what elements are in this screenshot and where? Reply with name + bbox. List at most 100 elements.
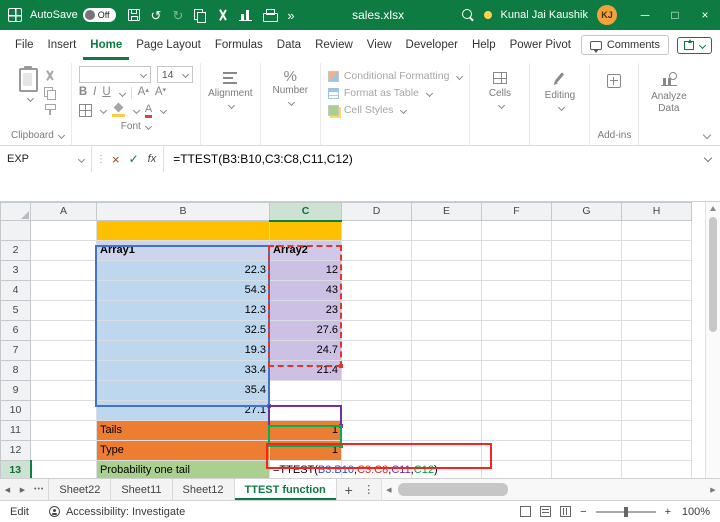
- cell-F4[interactable]: [482, 281, 552, 301]
- zoom-in-button[interactable]: +: [665, 506, 671, 518]
- cell-H9[interactable]: [622, 381, 692, 401]
- printer-icon[interactable]: [263, 9, 276, 21]
- cell-G2[interactable]: [552, 241, 622, 261]
- minimize-button[interactable]: ─: [630, 0, 660, 30]
- zoom-slider[interactable]: [596, 511, 656, 513]
- row-header-7[interactable]: 7: [1, 341, 31, 361]
- cell-C8[interactable]: 21.4: [270, 361, 342, 381]
- dialog-launcher-icon[interactable]: [58, 131, 65, 138]
- italic-button[interactable]: I: [93, 87, 96, 99]
- cell-G6[interactable]: [552, 321, 622, 341]
- font-name-combo[interactable]: [79, 66, 151, 83]
- cell-C2[interactable]: Array2: [270, 241, 342, 261]
- autosave-toggle[interactable]: AutoSave Off: [30, 8, 116, 22]
- cell-D8[interactable]: [342, 361, 412, 381]
- cell-A1[interactable]: [31, 221, 97, 241]
- cell-C10[interactable]: [270, 401, 342, 421]
- tab-view[interactable]: View: [360, 30, 399, 60]
- cell-G9[interactable]: [552, 381, 622, 401]
- cell-G4[interactable]: [552, 281, 622, 301]
- formula-input[interactable]: =TTEST(B3:B10,C3:C8,C11,C12): [164, 152, 362, 166]
- user-name[interactable]: Kunal Jai Kaushik: [501, 9, 588, 21]
- normal-view-button[interactable]: [520, 506, 531, 517]
- cell-C12[interactable]: 1: [270, 441, 342, 461]
- copy-icon[interactable]: [194, 9, 205, 21]
- row-header-8[interactable]: 8: [1, 361, 31, 381]
- tab-home[interactable]: Home: [83, 30, 129, 60]
- increase-font-button[interactable]: A▴: [138, 87, 149, 99]
- tab-help[interactable]: Help: [465, 30, 503, 60]
- undo-icon[interactable]: ↺: [151, 9, 162, 22]
- cell-B2[interactable]: Array1: [97, 241, 270, 261]
- cell-H2[interactable]: [622, 241, 692, 261]
- cell-B9[interactable]: 35.4: [97, 381, 270, 401]
- cell-F11[interactable]: [482, 421, 552, 441]
- chevron-down-icon[interactable]: [160, 107, 167, 114]
- cell-B10[interactable]: 27.1: [97, 401, 270, 421]
- cell-E7[interactable]: [412, 341, 482, 361]
- cell-D10[interactable]: [342, 401, 412, 421]
- cell-B12[interactable]: Type: [97, 441, 270, 461]
- cell-C3[interactable]: 12: [270, 261, 342, 281]
- cell-C13[interactable]: =TTEST(B3:B10,C3:C8,C11,C12): [270, 461, 342, 479]
- cell-E5[interactable]: [412, 301, 482, 321]
- cell-F6[interactable]: [482, 321, 552, 341]
- chart-icon[interactable]: [239, 9, 252, 21]
- conditional-formatting-button[interactable]: Conditional Formatting: [328, 70, 463, 82]
- bold-button[interactable]: B: [79, 87, 87, 99]
- cell-H12[interactable]: [622, 441, 692, 461]
- cell-C6[interactable]: 27.6: [270, 321, 342, 341]
- ribbon-group-alignment[interactable]: Alignment: [200, 63, 260, 145]
- cell-B7[interactable]: 19.3: [97, 341, 270, 361]
- cell-A11[interactable]: [31, 421, 97, 441]
- format-as-table-button[interactable]: Format as Table: [328, 87, 463, 99]
- comments-button[interactable]: Comments: [581, 35, 669, 55]
- cancel-button[interactable]: ×: [112, 153, 120, 166]
- cell-C9[interactable]: [270, 381, 342, 401]
- add-sheet-button[interactable]: +: [337, 479, 361, 500]
- zoom-slider-thumb[interactable]: [624, 507, 628, 517]
- tab-data[interactable]: Data: [270, 30, 308, 60]
- fill-color-button[interactable]: [112, 104, 125, 117]
- cell-F3[interactable]: [482, 261, 552, 281]
- redo-icon[interactable]: ↻: [172, 9, 183, 22]
- ribbon-group-cells[interactable]: Cells: [469, 63, 529, 145]
- cell-D3[interactable]: [342, 261, 412, 281]
- scroll-up-icon[interactable]: [710, 206, 716, 211]
- cell-C1[interactable]: [270, 221, 342, 241]
- paste-button[interactable]: [19, 65, 38, 101]
- cell-D7[interactable]: [342, 341, 412, 361]
- avatar[interactable]: KJ: [597, 5, 617, 25]
- maximize-button[interactable]: □: [660, 0, 690, 30]
- cell-A2[interactable]: [31, 241, 97, 261]
- underline-button[interactable]: U: [102, 87, 110, 99]
- ribbon-group-number[interactable]: % Number: [260, 63, 320, 145]
- row-header-2[interactable]: 2: [1, 241, 31, 261]
- cell-E11[interactable]: [412, 421, 482, 441]
- cell-H13[interactable]: [622, 461, 692, 479]
- cell-D6[interactable]: [342, 321, 412, 341]
- accessibility-status[interactable]: Accessibility: Investigate: [49, 506, 185, 518]
- row-header-3[interactable]: 3: [1, 261, 31, 281]
- cell-E2[interactable]: [412, 241, 482, 261]
- page-layout-view-button[interactable]: [540, 506, 551, 517]
- cell-G13[interactable]: [552, 461, 622, 479]
- font-color-button[interactable]: A: [145, 103, 152, 118]
- cell-A8[interactable]: [31, 361, 97, 381]
- cell-D11[interactable]: [342, 421, 412, 441]
- cell-B3[interactable]: 22.3: [97, 261, 270, 281]
- row-header-6[interactable]: 6: [1, 321, 31, 341]
- row-header-9[interactable]: 9: [1, 381, 31, 401]
- tab-page-layout[interactable]: Page Layout: [129, 30, 208, 60]
- cell-A6[interactable]: [31, 321, 97, 341]
- row-header-4[interactable]: 4: [1, 281, 31, 301]
- cell-H10[interactable]: [622, 401, 692, 421]
- sheet-tab-ttest-function[interactable]: TTEST function: [235, 479, 337, 500]
- cell-D4[interactable]: [342, 281, 412, 301]
- zoom-level[interactable]: 100%: [680, 506, 710, 518]
- cell-G10[interactable]: [552, 401, 622, 421]
- cell-D12[interactable]: [342, 441, 412, 461]
- sheet-tab-sheet22[interactable]: Sheet22: [48, 479, 111, 500]
- add-ins-icon[interactable]: [607, 74, 621, 88]
- cell-H4[interactable]: [622, 281, 692, 301]
